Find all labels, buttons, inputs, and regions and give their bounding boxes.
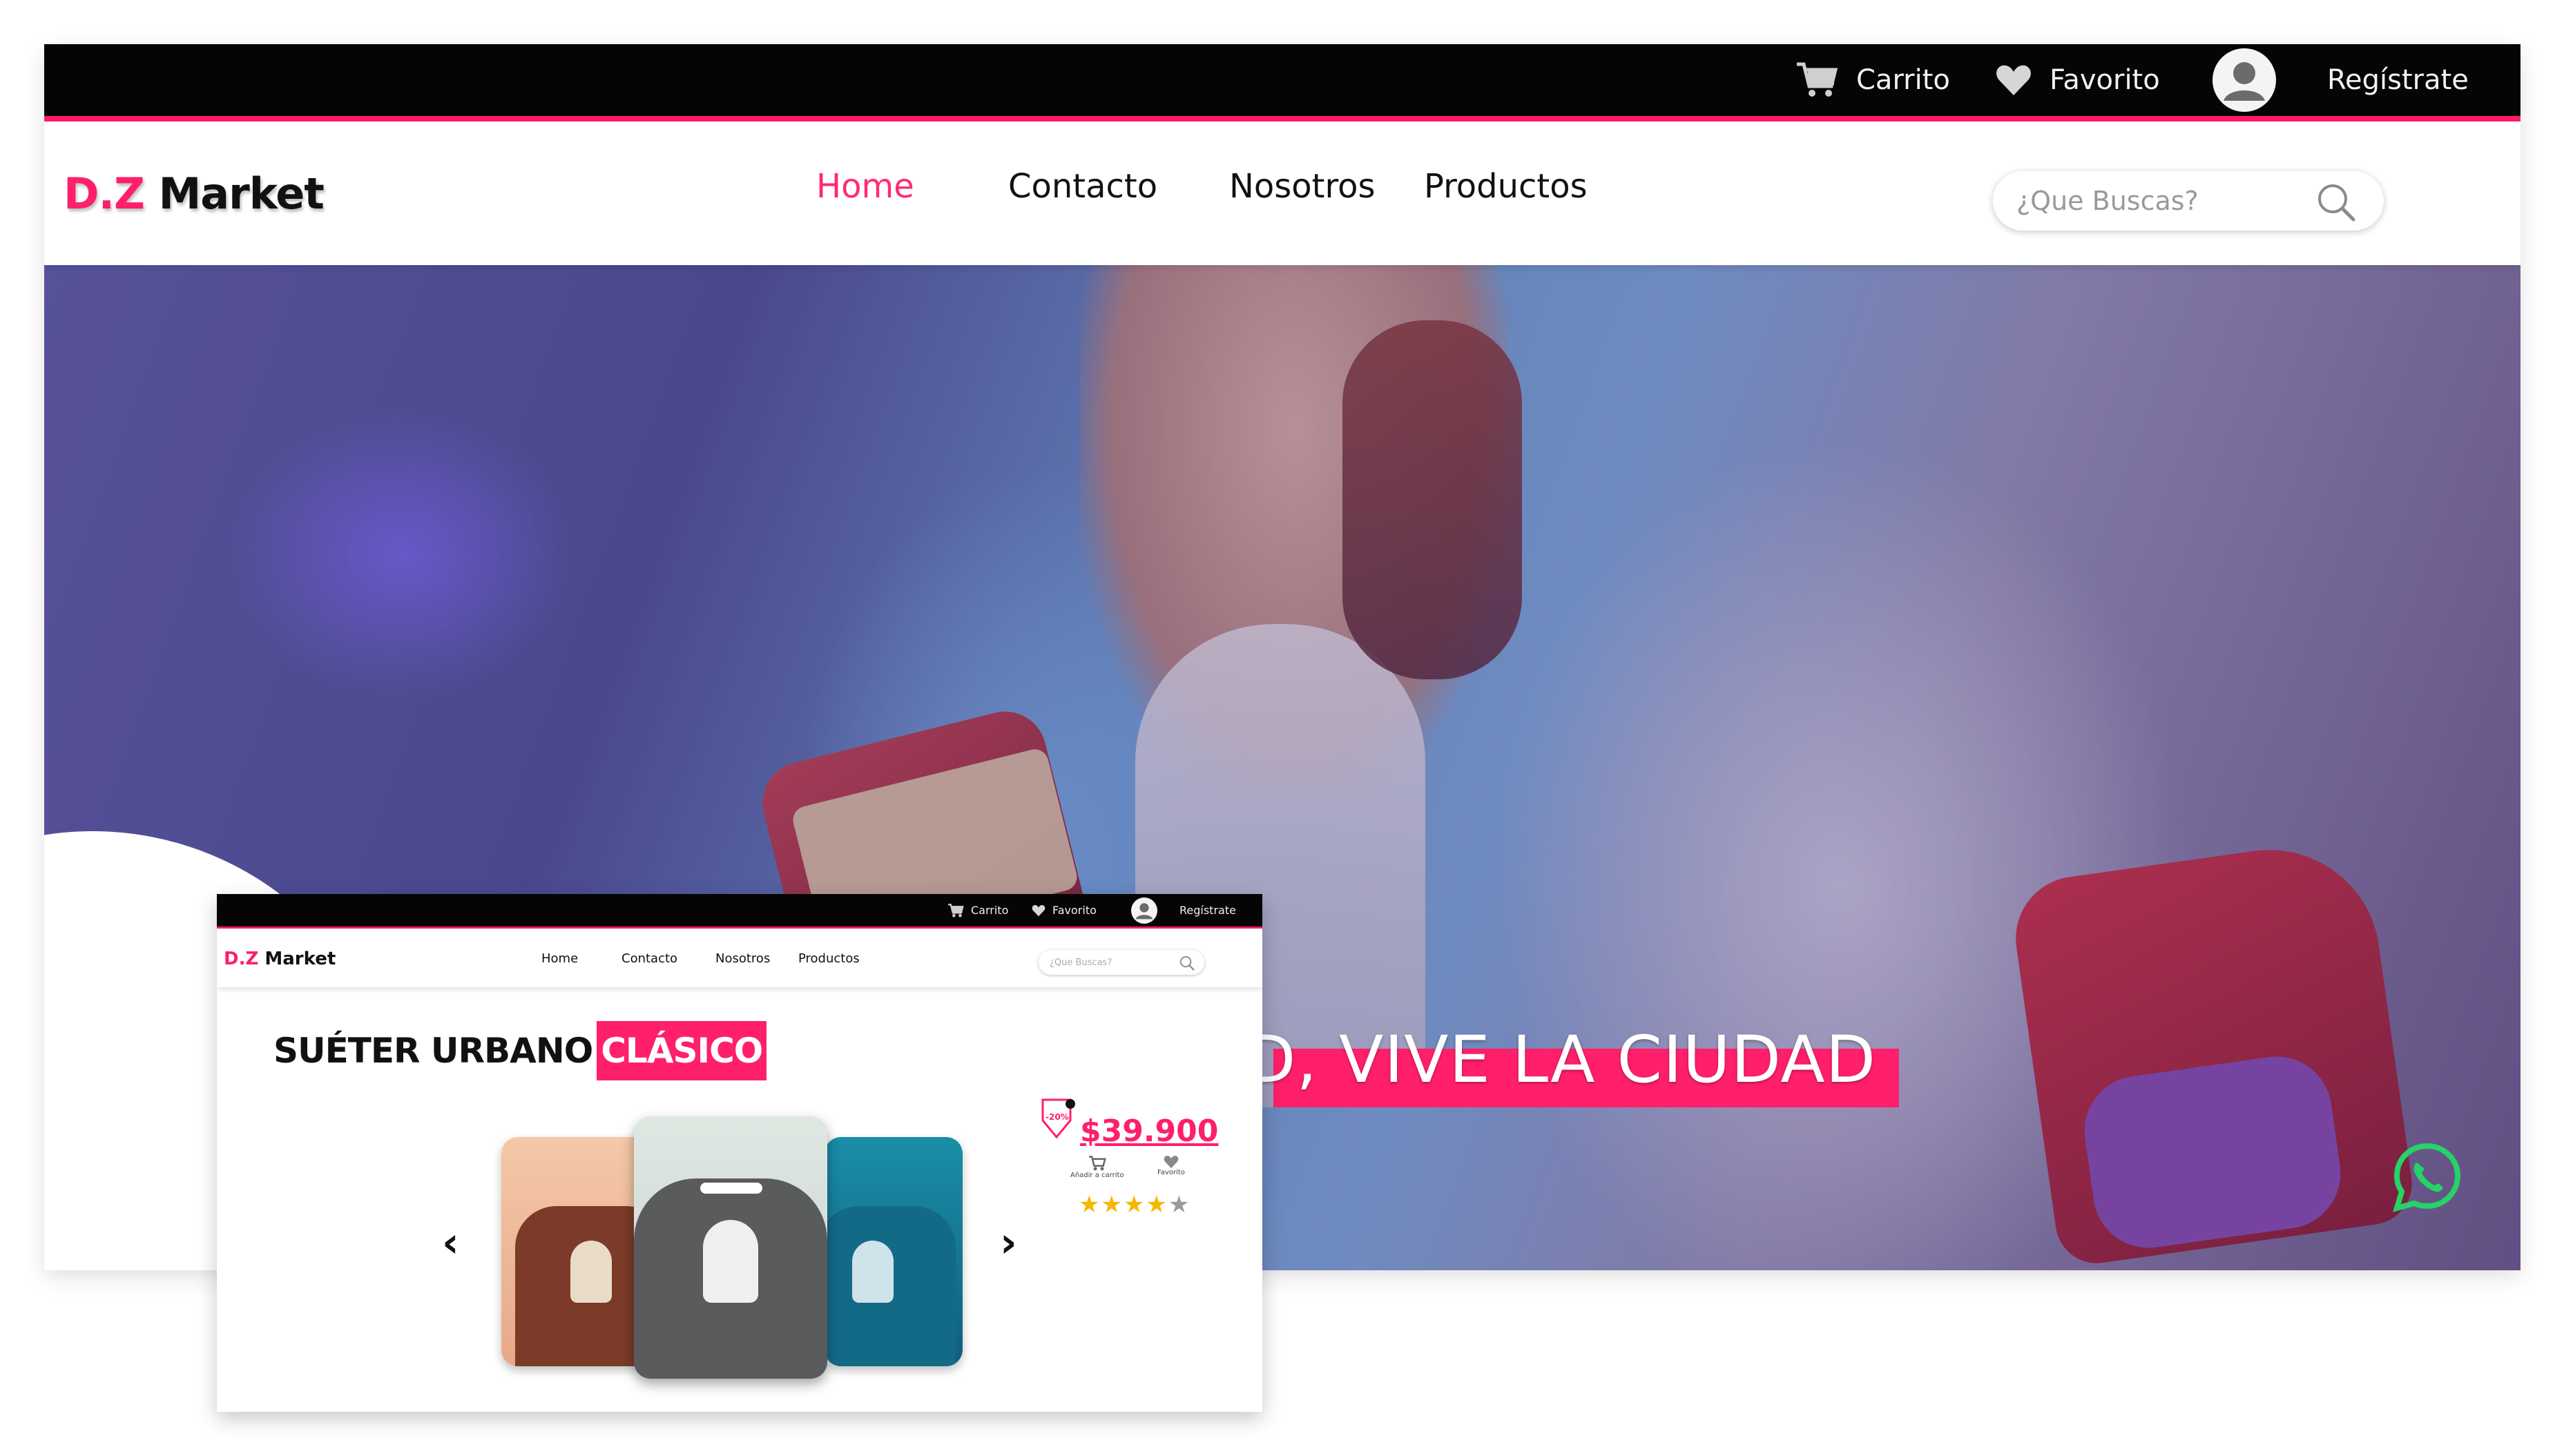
star-filled-icon: ★ — [1079, 1191, 1101, 1219]
nav-nosotros[interactable]: Nosotros — [1229, 167, 1376, 206]
mini-user-avatar-icon — [1131, 897, 1157, 924]
user-avatar-icon — [2213, 48, 2276, 112]
brand-logo[interactable]: D.Z Market — [64, 168, 325, 219]
register-label: Regístrate — [2327, 64, 2469, 96]
mini-brand-logo[interactable]: D.Z Market — [224, 949, 336, 969]
mini-favorite-label: Favorito — [1052, 904, 1097, 917]
add-to-cart-button[interactable]: Añadir a carrito — [1070, 1155, 1124, 1179]
product-title: SUÉTER URBANO CLÁSICO — [273, 1016, 767, 1086]
star-filled-icon: ★ — [1101, 1191, 1124, 1219]
product-card-orange[interactable] — [501, 1137, 653, 1366]
nav-contacto[interactable]: Contacto — [1008, 167, 1157, 206]
mini-cart-link[interactable]: Carrito — [947, 894, 1008, 926]
brand-prefix: D.Z — [64, 168, 145, 219]
mini-heart-icon — [1032, 904, 1045, 916]
cart-icon — [1797, 62, 1838, 97]
cart-link[interactable]: Carrito — [1795, 44, 1950, 116]
mini-search-input[interactable] — [1048, 950, 1173, 975]
shirt-print-blue — [852, 1241, 894, 1303]
mini-nav-contacto[interactable]: Contacto — [621, 951, 677, 966]
hero-headline: D, VIVE LA CIUDAD — [1246, 1022, 1877, 1098]
mini-nav-home[interactable]: Home — [541, 951, 578, 966]
discount-badge: -20% — [1039, 1097, 1080, 1145]
cart-label: Carrito — [1856, 64, 1950, 96]
rating-stars: ★★★★★ — [1079, 1191, 1191, 1219]
mini-avatar[interactable] — [1131, 894, 1164, 926]
shirt-print-orange — [570, 1241, 612, 1303]
avatar[interactable] — [2213, 44, 2294, 116]
add-to-cart-label: Añadir a carrito — [1070, 1172, 1124, 1179]
favorite-link[interactable]: Favorito — [1996, 44, 2160, 116]
add-favorite-button[interactable]: Favorito — [1157, 1155, 1185, 1176]
mini-search-box[interactable] — [1039, 950, 1204, 975]
product-card-gray[interactable] — [634, 1116, 827, 1379]
discount-badge-text: -20% — [1045, 1112, 1069, 1122]
brand-name: Market — [158, 168, 325, 219]
add-favorite-label: Favorito — [1157, 1169, 1185, 1176]
whatsapp-icon — [2393, 1143, 2461, 1212]
mini-navbar: D.Z Market Home Contacto Nosotros Produc… — [217, 931, 1262, 987]
product-card-blue[interactable] — [825, 1137, 963, 1366]
shirt-print-gray — [703, 1220, 758, 1303]
nav-productos[interactable]: Productos — [1424, 167, 1588, 206]
product-title-highlight: CLÁSICO — [597, 1021, 767, 1080]
product-price: $39.900 — [1080, 1114, 1219, 1149]
register-link[interactable]: Regístrate — [2327, 44, 2469, 116]
star-filled-icon: ★ — [1123, 1191, 1146, 1219]
shirt-collar-gray — [700, 1183, 762, 1194]
rating-star-row: ★★★★★ — [1079, 1191, 1191, 1219]
mini-search-icon[interactable] — [1179, 955, 1195, 971]
nav-home[interactable]: Home — [816, 167, 914, 206]
whatsapp-button[interactable] — [2391, 1140, 2464, 1216]
carousel-prev-button[interactable]: ‹ — [442, 1219, 459, 1267]
mini-brand-name: Market — [264, 949, 336, 969]
carousel-next-button[interactable]: › — [1000, 1219, 1017, 1267]
favorite-heart-icon — [1164, 1156, 1179, 1169]
hero-headline-band: D, VIVE LA CIUDAD — [1246, 1022, 1899, 1107]
mini-nav-productos[interactable]: Productos — [798, 951, 860, 966]
add-to-cart-icon — [1088, 1156, 1106, 1171]
search-icon[interactable] — [2316, 182, 2356, 222]
product-page-mockup: Carrito Favorito Regístrate D.Z Market H… — [217, 894, 1262, 1412]
mini-cart-label: Carrito — [971, 904, 1009, 917]
star-empty-icon: ★ — [1168, 1191, 1191, 1219]
favorite-label: Favorito — [2050, 64, 2160, 96]
mini-register-link[interactable]: Regístrate — [1179, 894, 1236, 926]
product-title-main: SUÉTER URBANO — [273, 1031, 593, 1071]
mini-cart-icon — [948, 903, 964, 917]
search-input[interactable] — [2015, 171, 2319, 231]
mini-register-label: Regístrate — [1179, 904, 1236, 917]
heart-icon — [1996, 65, 2031, 95]
mini-top-bar: Carrito Favorito Regístrate — [217, 894, 1262, 929]
mini-favorite-link[interactable]: Favorito — [1032, 894, 1097, 926]
star-filled-icon: ★ — [1146, 1191, 1168, 1219]
main-navbar: D.Z Market Home Contacto Nosotros Produc… — [44, 127, 2520, 265]
mini-brand-prefix: D.Z — [224, 949, 259, 969]
mini-nav-nosotros[interactable]: Nosotros — [715, 951, 770, 966]
search-box[interactable] — [1993, 171, 2384, 231]
top-bar: Carrito Favorito Regístrate — [44, 44, 2520, 122]
